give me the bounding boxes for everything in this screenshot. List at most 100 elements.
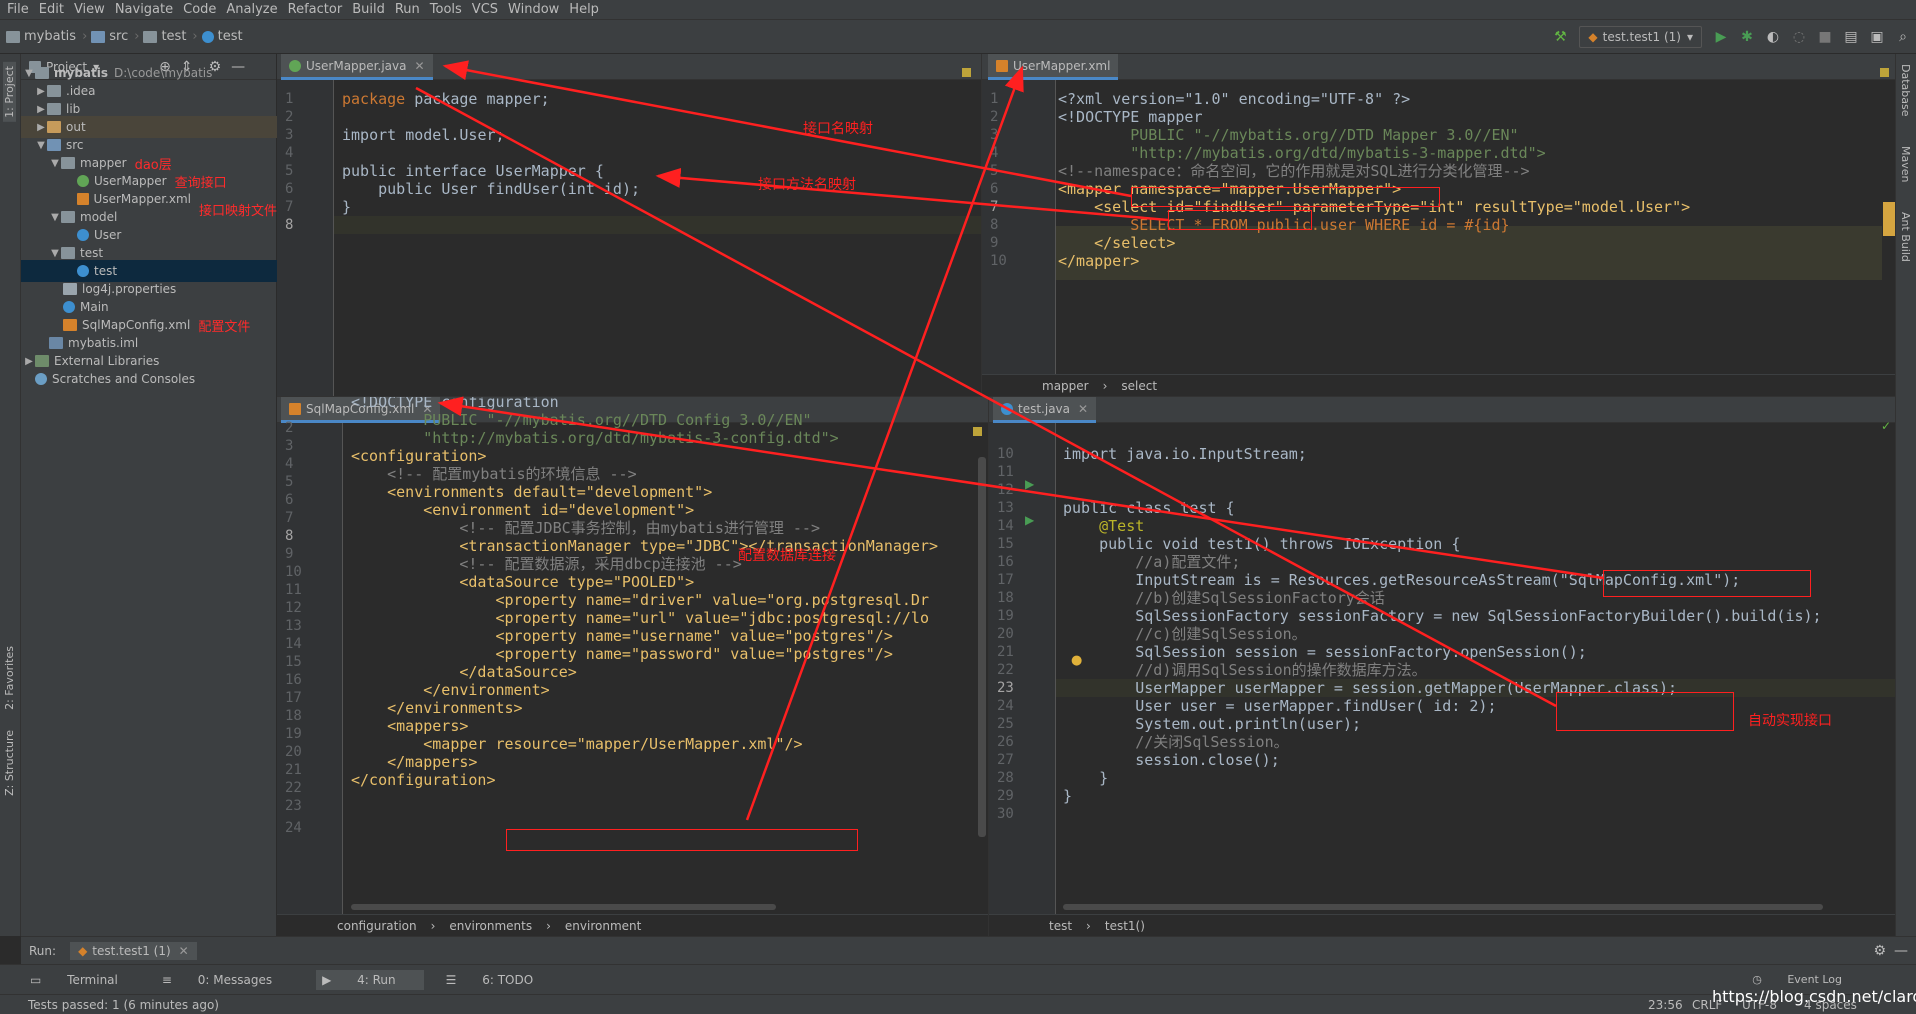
line-29: } <box>1063 787 1073 805</box>
build-hammer-icon[interactable]: ⚒ <box>1549 26 1571 48</box>
run-tool-button[interactable]: ▶ 4: Run <box>316 969 424 990</box>
run-test-gutter-icon[interactable]: ▶ <box>1025 513 1034 527</box>
line-13: <property name="driver" value="org.postg… <box>351 591 929 609</box>
tab-test-java[interactable]: test.java ✕ <box>993 397 1097 423</box>
run-icon[interactable]: ▶ <box>1710 26 1732 48</box>
line-10: import java.io.InputStream; <box>1063 445 1307 463</box>
line-15: <property name="username" value="postgre… <box>351 627 893 645</box>
class-icon <box>1001 402 1013 415</box>
line-6: public User findUser(int id); <box>342 180 641 198</box>
line-gutter: 10 11 12 13 14 15 16 17 18 19 20 21 22 23 24 25 26 27 28 29… <box>989 423 1056 936</box>
search-everywhere-icon[interactable]: ⌕ <box>1892 26 1914 48</box>
line-3: PUBLIC "-//mybatis.org//DTD Mapper 3.0//… <box>1058 126 1519 144</box>
database-tool-button[interactable]: Database <box>1899 64 1912 117</box>
menu-refactor[interactable]: Refactor <box>283 0 348 20</box>
project-tool-button[interactable]: 1: Project <box>3 62 16 122</box>
interface-icon <box>289 59 301 72</box>
vertical-scrollbar[interactable] <box>978 457 986 837</box>
maven-tool-button[interactable]: Maven <box>1899 146 1912 182</box>
terminal-icon: ▭ <box>30 972 46 987</box>
line-24: User user = userMapper.findUser( id: 2); <box>1063 697 1497 715</box>
xml-file-icon <box>996 59 1008 72</box>
coverage-icon[interactable]: ◐ <box>1762 26 1784 48</box>
annotation-box-getresource <box>1603 570 1811 597</box>
breadcrumb-src[interactable]: src › <box>91 29 139 44</box>
annotation-method-name-map: 接口方法名映射 <box>758 177 856 193</box>
tool-windows-bar: ▭ Terminal ≡ 0: Messages ▶ 4: Run ☰ 6: T… <box>0 964 1916 994</box>
horizontal-scrollbar[interactable] <box>1063 904 1823 910</box>
line-9: </select> <box>1058 234 1176 252</box>
tree-item-scratches[interactable]: Scratches and Consoles <box>21 368 277 390</box>
editor-sqlmapconfig-xml: SqlMapConfig.xml ✕ 2 3 4 5 6 7 8 9 10 11 12 13 14 15 16… <box>277 396 988 936</box>
todo-tool-button[interactable]: ☰ 6: TODO <box>446 973 556 987</box>
editor-usermapper-java: UserMapper.java ✕ 12345678 package packag… <box>277 54 981 396</box>
project-structure-icon[interactable]: ▤ <box>1840 26 1862 48</box>
close-icon[interactable]: ✕ <box>1078 402 1088 416</box>
line-22: //d)调用SqlSession的操作数据库方法。 <box>1063 661 1427 679</box>
breadcrumb-project[interactable]: mybatis › <box>6 29 87 44</box>
close-icon[interactable]: ✕ <box>179 944 189 958</box>
menu-build[interactable]: Build <box>347 0 390 20</box>
annotation-box-getmapper <box>1556 692 1734 731</box>
line-9: <!-- 配置JDBC事务控制，由mybatis进行管理 --> <box>351 519 820 537</box>
menu-navigate[interactable]: Navigate <box>110 0 178 20</box>
profile-icon[interactable]: ◌ <box>1788 26 1810 48</box>
line-1: <?xml version="1.0" encoding="UTF-8" ?> <box>1058 90 1411 108</box>
hide-icon[interactable]: — <box>1894 943 1908 959</box>
warning-marker <box>1880 68 1889 77</box>
line-25: System.out.println(user); <box>1063 715 1362 733</box>
annotation-box-select-id <box>1168 210 1312 230</box>
caret-line <box>334 216 981 234</box>
tab-usermapper-xml[interactable]: UserMapper.xml <box>988 54 1119 80</box>
favorites-tool-button[interactable]: 2: Favorites <box>3 646 16 710</box>
close-icon[interactable]: ✕ <box>414 59 424 73</box>
event-log-button[interactable]: ◷ Event Log <box>1752 973 1864 986</box>
tab-usermapper-java[interactable]: UserMapper.java ✕ <box>281 54 433 80</box>
right-tool-strip: Database Maven Ant Build <box>1895 54 1916 936</box>
caret-position[interactable]: 23:56 <box>1648 998 1683 1012</box>
left-tool-strip: 1: Project 2: Favorites Z: Structure <box>0 54 21 936</box>
menu-tools[interactable]: Tools <box>425 0 467 20</box>
menu-vcs[interactable]: VCS <box>467 0 503 20</box>
menu-analyze[interactable]: Analyze <box>221 0 282 20</box>
messages-tool-button[interactable]: ≡ 0: Messages <box>162 973 294 987</box>
stop-icon[interactable]: ■ <box>1814 26 1836 48</box>
horizontal-scrollbar[interactable] <box>351 904 776 910</box>
messages-icon: ≡ <box>161 972 176 987</box>
menu-window[interactable]: Window <box>503 0 564 20</box>
editor-breadcrumb: configuration › environments › environment <box>277 914 988 936</box>
run-test-gutter-icon[interactable]: ▶ <box>1025 477 1034 491</box>
line-5: <configuration> <box>351 447 487 465</box>
line-6: <!-- 配置mybatis的环境信息 --> <box>351 465 637 483</box>
line-17: </dataSource> <box>351 663 577 681</box>
navigation-bar: mybatis › src › test › test ⚒ ◆ test.test1 (… <box>0 20 1916 54</box>
breadcrumb-test-folder[interactable]: test › <box>143 29 198 44</box>
terminal-tool-button[interactable]: ▭ Terminal <box>30 973 140 987</box>
line-26: //关闭SqlSession。 <box>1063 733 1289 751</box>
line-14: <property name="url" value="jdbc:postgre… <box>351 609 929 627</box>
gear-icon[interactable]: ⚙ <box>1873 943 1886 959</box>
ant-build-tool-button[interactable]: Ant Build <box>1899 212 1912 262</box>
menu-view[interactable]: View <box>69 0 110 20</box>
line-28: } <box>1063 769 1109 787</box>
folder-icon <box>6 30 20 43</box>
menu-code[interactable]: Code <box>178 0 221 20</box>
line-5: public interface UserMapper { <box>342 162 604 180</box>
line-20: <mappers> <box>351 717 469 735</box>
xml-file-icon <box>289 402 301 415</box>
breadcrumb-test-class[interactable]: test <box>201 29 243 44</box>
debug-bug-icon[interactable]: ✱ <box>1736 26 1758 48</box>
menu-run[interactable]: Run <box>390 0 425 20</box>
sdk-icon[interactable]: ▣ <box>1866 26 1888 48</box>
line-8: <environment id="development"> <box>351 501 695 519</box>
structure-tool-button[interactable]: Z: Structure <box>3 730 16 796</box>
select-highlight <box>1056 226 1882 280</box>
run-config-select[interactable]: ◆ test.test1 (1) ▾ <box>1579 26 1702 48</box>
line-16: //a)配置文件; <box>1063 553 1241 571</box>
tab-bar: test.java ✕ <box>989 397 1895 423</box>
menu-help[interactable]: Help <box>564 0 604 20</box>
annotation-auto-impl: 自动实现接口 <box>1748 713 1832 729</box>
menu-edit[interactable]: Edit <box>34 0 69 20</box>
run-tab[interactable]: ◆ test.test1 (1) ✕ <box>70 941 197 960</box>
menu-file[interactable]: File <box>2 0 34 20</box>
